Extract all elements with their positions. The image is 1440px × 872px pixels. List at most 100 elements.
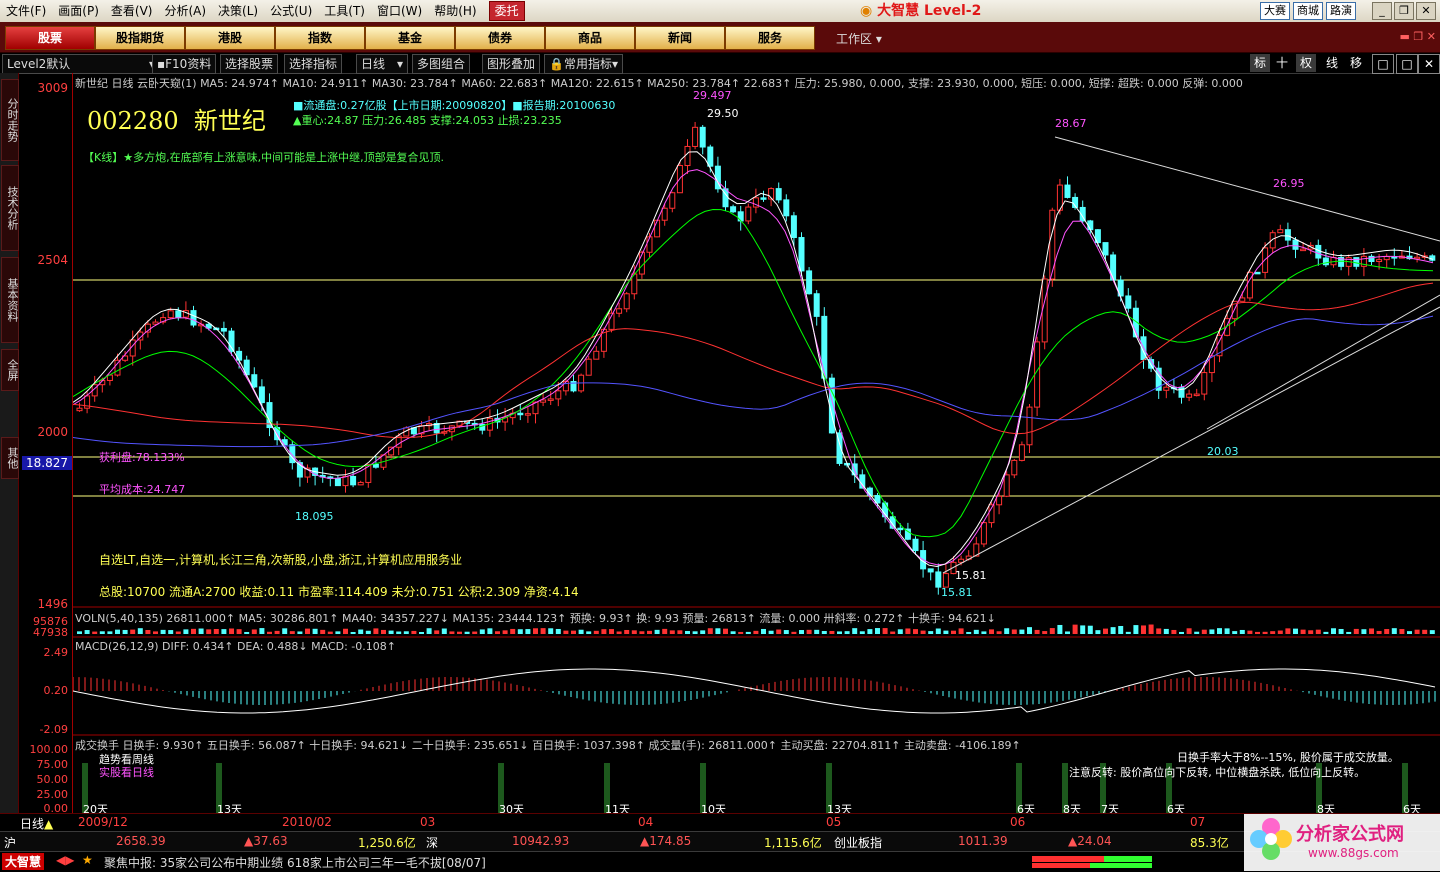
tab-technical[interactable]: 技术分析 [1, 165, 19, 251]
maximize-icon[interactable]: □ [1396, 54, 1418, 74]
period-label[interactable]: 日线▲ [20, 815, 53, 832]
high-label: 28.67 [1055, 117, 1087, 130]
volume-bar [259, 628, 265, 634]
trade-button[interactable]: 委托 [488, 1, 525, 21]
mark-toggle[interactable]: 标 [1250, 54, 1270, 72]
minimize-icon[interactable]: ▬ [1400, 30, 1410, 43]
macd-tick: -2.09 [39, 723, 68, 736]
minimize-icon[interactable]: _ [1372, 2, 1392, 20]
menu-view[interactable]: 查看(V) [105, 0, 159, 22]
volume-bar [1004, 628, 1010, 634]
candle-body [669, 192, 676, 209]
menu-screen[interactable]: 画面(P) [52, 0, 105, 22]
chart-canvas[interactable] [73, 73, 1440, 813]
volume-bar [92, 631, 98, 634]
menu-file[interactable]: 文件(F) [0, 0, 52, 22]
close-icon[interactable]: ✕ [1427, 30, 1436, 43]
period-select[interactable]: 日线 ▾ [356, 54, 408, 74]
nav-stocks[interactable]: 股票 [5, 26, 95, 50]
rights-toggle[interactable]: 权 [1296, 54, 1316, 72]
sector-info: 自选LT,自选一,计算机,长江三角,次新股,小盘,浙江,计算机应用服务业 [99, 553, 463, 567]
macd-tick: 0.20 [43, 684, 69, 697]
brand-logo[interactable]: 大智慧 [2, 853, 45, 870]
menu-formula[interactable]: 公式(U) [264, 0, 318, 22]
box-icon[interactable]: □ [1372, 54, 1394, 74]
ma5-line [73, 151, 1434, 568]
menu-tools[interactable]: 工具(T) [318, 0, 371, 22]
tab-intraday[interactable]: 分时走势 [1, 79, 19, 161]
volume-bar [1399, 629, 1405, 634]
workzone-label[interactable]: 工作区 ▾ [836, 30, 882, 47]
nav-bonds[interactable]: 债券 [455, 26, 545, 50]
volume-bar [966, 631, 972, 634]
volume-bar [540, 628, 546, 634]
volume-bar [122, 629, 128, 634]
volume-bar [1277, 630, 1283, 634]
candle-body [372, 463, 379, 468]
volume-bar [1346, 631, 1352, 634]
kline-comment: 【K线】★多方炮,在底部有上涨意味,中间可能是上涨中继,顶部是复合见顶. [83, 151, 445, 164]
nav-hk-stocks[interactable]: 港股 [185, 26, 275, 50]
volume-bar [768, 630, 774, 634]
volume-bar [320, 629, 326, 634]
overlay-button[interactable]: 图形叠加 [482, 54, 541, 74]
chart-area[interactable]: 新世纪 日线 云卧天窥(1) MA5: 24.974↑ MA10: 24.911… [73, 73, 1440, 816]
nav-index[interactable]: 指数 [275, 26, 365, 50]
volume-bar [928, 631, 934, 634]
time-tick: 03 [420, 815, 436, 829]
volume-bar [1361, 629, 1367, 634]
news-ticker[interactable]: 聚焦中报: 35家公司公布中期业绩 618家上市公司三年一毛不拔[08/07] [104, 854, 486, 871]
nav-services[interactable]: 服务 [725, 26, 815, 50]
restore-icon[interactable]: ❐ [1413, 30, 1423, 43]
close-icon[interactable]: ✕ [1416, 2, 1436, 20]
volume-bar [1247, 630, 1253, 634]
crosshair-toggle[interactable]: 十 [1272, 54, 1292, 72]
f10-button[interactable]: ▪F10资料 [152, 54, 217, 74]
volume-bar [282, 628, 288, 634]
tab-roadshow[interactable]: 路演 [1326, 2, 1356, 20]
candle-body [692, 126, 699, 147]
tab-contest[interactable]: 大赛 [1260, 2, 1290, 20]
select-indicator-button[interactable]: 选择指标 [284, 54, 343, 74]
nav-news[interactable]: 新闻 [635, 26, 725, 50]
time-axis: 日线▲ 2009/12 2010/02 03 04 05 06 07 [0, 813, 1440, 832]
nav-funds[interactable]: 基金 [365, 26, 455, 50]
volume-bar [1376, 630, 1382, 634]
nav-commodities[interactable]: 商品 [545, 26, 635, 50]
doc-icon: ▪ [157, 57, 166, 71]
line-toggle[interactable]: 线 [1322, 54, 1342, 72]
tab-fullscreen[interactable]: 全屏 [1, 349, 19, 391]
menu-analysis[interactable]: 分析(A) [158, 0, 212, 22]
scroll-arrows-icon[interactable]: ◀▶ [56, 853, 74, 867]
select-stock-button[interactable]: 选择股票 [220, 54, 279, 74]
volume-bar [776, 629, 782, 634]
volume-bar [1209, 629, 1215, 634]
tab-mall[interactable]: 商城 [1293, 2, 1323, 20]
menu-window[interactable]: 窗口(W) [371, 0, 428, 22]
market-breadth-bar [1032, 856, 1152, 868]
close-icon[interactable]: ✕ [1418, 54, 1440, 74]
volume-bar [267, 631, 272, 634]
volume-bar [563, 630, 569, 634]
menu-help[interactable]: 帮助(H) [428, 0, 482, 22]
multi-chart-button[interactable]: 多图组合 [412, 54, 471, 74]
cyb-label[interactable]: 创业板指 [834, 834, 882, 851]
volume-bar [905, 628, 911, 634]
volume-bar [806, 629, 812, 634]
layout-select[interactable]: Level2默认▾ [2, 54, 160, 74]
volume-bar [1156, 628, 1162, 634]
move-toggle[interactable]: 移 [1346, 54, 1366, 72]
hs-rule: 日换手率大于8%--15%, 股价属于成交放量。 [1177, 751, 1399, 764]
restore-icon[interactable]: ❐ [1394, 2, 1414, 20]
sz-label[interactable]: 深 [426, 834, 438, 851]
tab-other[interactable]: 其他 [1, 437, 19, 479]
triangle-icon: ▲ [44, 817, 54, 831]
volume-bar [875, 628, 880, 634]
tab-fundamental[interactable]: 基本资料 [1, 257, 19, 343]
volume-bar [601, 629, 607, 634]
sh-label[interactable]: 沪 [4, 834, 16, 851]
volume-bar [1262, 631, 1268, 634]
common-indicators-button[interactable]: 🔒常用指标▾ [544, 54, 623, 74]
nav-index-futures[interactable]: 股指期货 [95, 26, 185, 50]
menu-decision[interactable]: 决策(L) [212, 0, 264, 22]
